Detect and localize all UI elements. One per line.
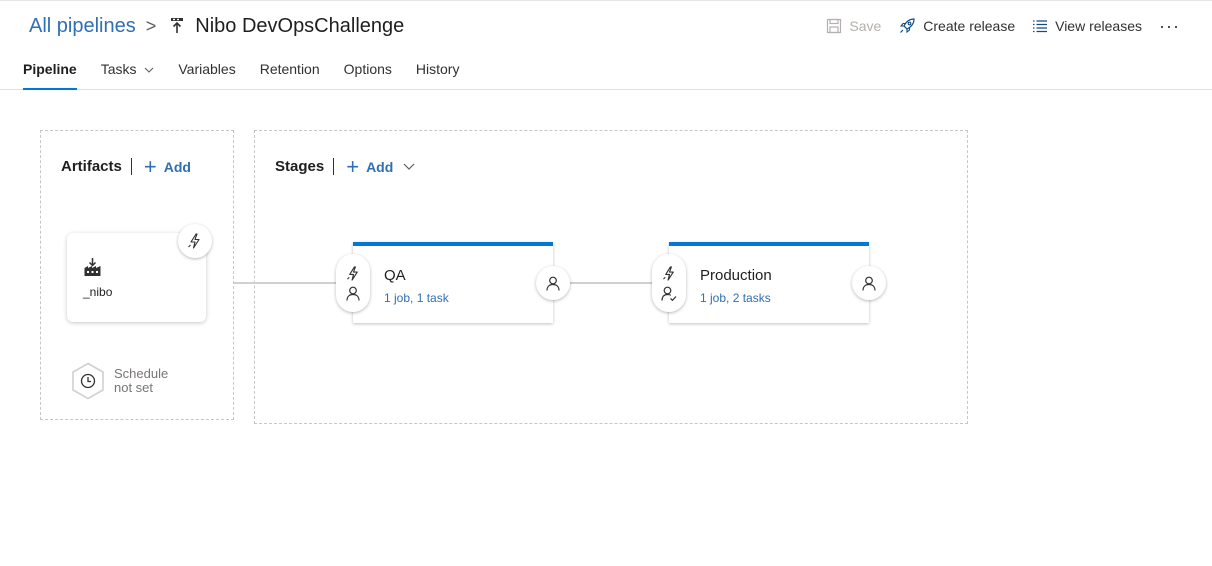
tab-pipeline[interactable]: Pipeline — [23, 56, 77, 90]
save-icon — [827, 18, 842, 34]
release-pipeline-icon — [168, 17, 186, 35]
stage-card-qa[interactable]: QA 1 job, 1 task — [353, 242, 553, 323]
tab-tasks-label: Tasks — [100, 61, 137, 77]
tab-bar: Pipeline Tasks Variables Retention Optio… — [23, 56, 483, 90]
artifact-name: _nibo — [83, 285, 113, 299]
lightning-icon — [188, 233, 200, 249]
create-release-label: Create release — [923, 18, 1016, 34]
schedule-line1: Schedule — [114, 366, 169, 381]
tab-variables[interactable]: Variables — [178, 56, 235, 90]
add-artifact-label: Add — [163, 158, 191, 175]
clock-icon — [72, 362, 104, 400]
breadcrumb: All pipelines > Nibo DevOpsChallenge — [29, 12, 404, 40]
stage-name: QA — [384, 267, 406, 284]
pipeline-title[interactable]: Nibo DevOpsChallenge — [195, 15, 404, 38]
artifacts-header: Artifacts + Add — [61, 153, 191, 179]
chevron-down-icon — [144, 67, 154, 74]
artifact-to-qa-connector — [234, 282, 336, 284]
schedule-text: Schedule not set — [114, 367, 168, 395]
stages-header: Stages + Add — [275, 153, 415, 179]
list-icon — [1033, 20, 1048, 33]
save-label: Save — [849, 18, 882, 34]
divider — [333, 158, 335, 175]
person-icon — [546, 276, 560, 291]
stage-card-production[interactable]: Production 1 job, 2 tasks — [669, 242, 869, 323]
qa-post-deployment-conditions[interactable] — [536, 266, 570, 300]
stage-summary-link[interactable]: 1 job, 2 tasks — [700, 291, 771, 305]
tab-tasks[interactable]: Tasks — [101, 56, 155, 90]
stages-heading: Stages — [275, 158, 325, 175]
tab-retention[interactable]: Retention — [260, 56, 320, 90]
production-post-deployment-conditions[interactable] — [852, 266, 886, 300]
person-approved-icon — [661, 286, 677, 301]
qa-to-production-connector — [570, 282, 652, 284]
add-stage-button[interactable]: + Add — [346, 153, 394, 179]
divider — [130, 158, 132, 175]
toolbar: Save Create release View releases ··· — [826, 15, 1212, 37]
plus-icon: + — [346, 153, 360, 179]
page-header: All pipelines > Nibo DevOpsChallenge Sav… — [0, 0, 1212, 90]
build-artifact-icon — [83, 257, 102, 282]
more-actions-button[interactable]: ··· — [1159, 16, 1180, 37]
tab-history[interactable]: History — [416, 56, 460, 90]
schedule-line2: not set — [114, 380, 154, 395]
qa-pre-deployment-conditions[interactable] — [336, 254, 370, 312]
add-artifact-button[interactable]: + Add — [143, 153, 191, 179]
stage-name: Production — [700, 267, 772, 284]
view-releases-label: View releases — [1055, 18, 1143, 34]
add-stage-label: Add — [366, 158, 394, 175]
stage-summary-link[interactable]: 1 job, 1 task — [384, 291, 449, 305]
person-icon — [346, 286, 360, 301]
breadcrumb-separator: > — [145, 15, 157, 36]
save-button[interactable]: Save — [826, 18, 881, 34]
production-pre-deployment-conditions[interactable] — [652, 254, 686, 312]
view-releases-button[interactable]: View releases — [1032, 18, 1142, 34]
plus-icon: + — [143, 153, 157, 179]
create-release-button[interactable]: Create release — [898, 17, 1015, 35]
rocket-icon — [900, 18, 915, 34]
lightning-icon — [346, 265, 358, 281]
schedule-trigger[interactable]: Schedule not set — [70, 362, 168, 400]
lightning-icon — [662, 265, 674, 281]
person-icon — [862, 276, 876, 291]
tab-options[interactable]: Options — [344, 56, 392, 90]
all-pipelines-link[interactable]: All pipelines — [29, 15, 136, 38]
continuous-deployment-trigger-button[interactable] — [178, 224, 212, 258]
artifacts-heading: Artifacts — [61, 158, 122, 175]
chevron-down-icon[interactable] — [403, 163, 415, 170]
